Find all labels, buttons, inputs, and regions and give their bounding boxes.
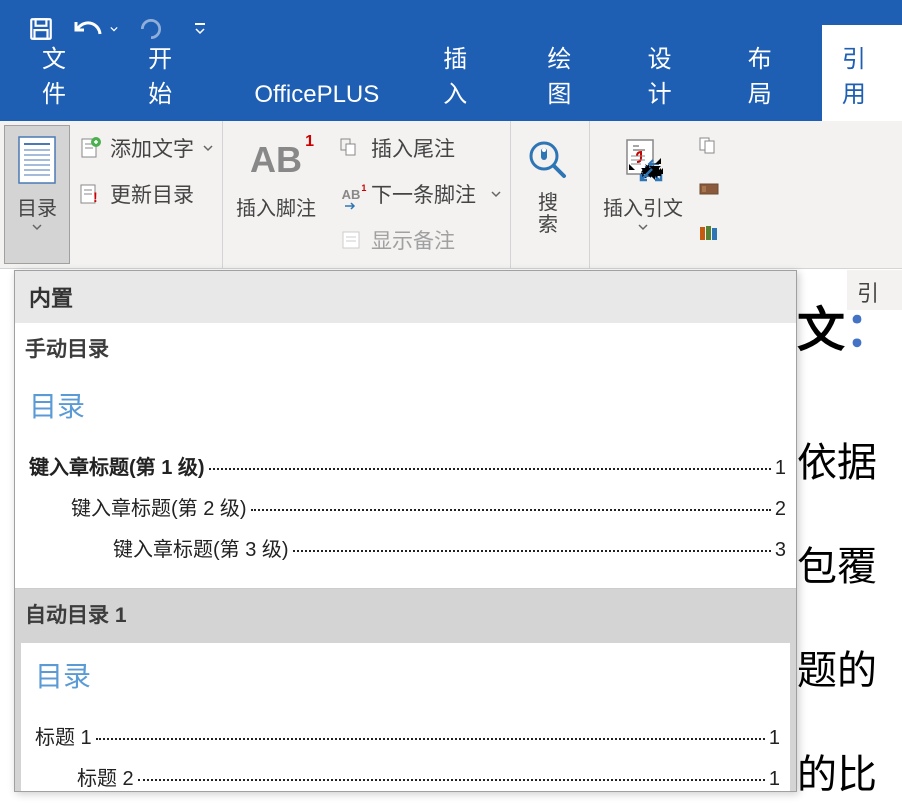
ribbon-group-toc: 目录 添加文字 ! 更新目录 xyxy=(0,121,223,268)
insert-citation-label: 插入引文 xyxy=(603,198,683,220)
search-icon xyxy=(524,132,572,188)
sources-icon[interactable] xyxy=(698,133,722,157)
ribbon-group-search: 搜索 xyxy=(511,121,590,268)
toc-line: 键入章标题(第 1 级) 1 xyxy=(25,451,786,480)
bibliography-icon[interactable] xyxy=(698,221,722,245)
auto-toc-1-label: 自动目录 1 xyxy=(15,589,796,639)
citation-group-label: 引 xyxy=(847,270,902,310)
tab-file[interactable]: 文件 xyxy=(22,25,102,121)
show-notes-label: 显示备注 xyxy=(371,225,455,255)
toc-dropdown-panel: 内置 手动目录 目录 键入章标题(第 1 级) 1 键入章标题(第 2 级) 2… xyxy=(14,270,797,792)
ribbon-tabs: 文件 开始 OfficePLUS 插入 绘图 设计 布局 引用 xyxy=(0,58,902,121)
show-notes-button: 显示备注 xyxy=(339,225,502,255)
update-toc-icon: ! xyxy=(78,182,102,206)
update-toc-button[interactable]: ! 更新目录 xyxy=(78,179,214,209)
toc-line: 键入章标题(第 2 级) 2 xyxy=(25,492,786,521)
toc-line: 标题 1 1 xyxy=(31,721,780,750)
toc-title: 目录 xyxy=(31,655,780,695)
svg-text:!: ! xyxy=(93,189,98,205)
auto-toc-1[interactable]: 自动目录 1 目录 标题 1 1 标题 2 1 xyxy=(15,588,796,791)
document-body[interactable]: 文： 依据 包覆 题的 的比 xyxy=(797,270,902,810)
toc-icon xyxy=(13,132,61,188)
tab-references[interactable]: 引用 xyxy=(822,25,902,121)
insert-footnote-label: 插入脚注 xyxy=(236,192,316,221)
manual-toc-label: 手动目录 xyxy=(15,323,796,373)
manual-toc-preview[interactable]: 目录 键入章标题(第 1 级) 1 键入章标题(第 2 级) 2 键入章标题(第… xyxy=(15,373,796,588)
show-notes-icon xyxy=(339,228,363,252)
tab-officeplus[interactable]: OfficePLUS xyxy=(234,67,399,121)
search-label: 搜索 xyxy=(538,192,558,236)
update-toc-label: 更新目录 xyxy=(110,179,194,209)
insert-endnote-label: 插入尾注 xyxy=(371,133,455,163)
ribbon-group-footnotes: AB1 插入脚注 插入尾注 AB1 下一条脚注 xyxy=(223,121,511,268)
toc-line: 标题 2 1 xyxy=(31,762,780,791)
toc-line: 键入章标题(第 3 级) 3 xyxy=(25,533,786,562)
add-text-label: 添加文字 xyxy=(110,133,194,163)
insert-footnote-button[interactable]: AB1 插入脚注 xyxy=(227,125,325,264)
style-icon[interactable] xyxy=(698,177,722,201)
tab-insert[interactable]: 插入 xyxy=(423,25,503,121)
toc-title: 目录 xyxy=(25,385,786,425)
add-text-icon xyxy=(78,136,102,160)
insert-endnote-button[interactable]: 插入尾注 xyxy=(339,133,502,163)
next-footnote-label: 下一条脚注 xyxy=(371,179,476,209)
add-text-button[interactable]: 添加文字 xyxy=(78,133,214,163)
insert-footnote-icon: AB1 xyxy=(252,132,300,188)
insert-citation-icon xyxy=(619,132,667,188)
next-footnote-button[interactable]: AB1 下一条脚注 xyxy=(339,179,502,209)
search-button[interactable]: 搜索 xyxy=(515,125,581,264)
ribbon-content: 目录 添加文字 ! 更新目录 xyxy=(0,121,902,269)
next-footnote-icon: AB1 xyxy=(339,182,363,206)
insert-endnote-icon xyxy=(339,136,363,160)
toc-button[interactable]: 目录 xyxy=(4,125,70,264)
toc-button-label: 目录 xyxy=(17,198,57,220)
ribbon-group-citations: 插入引文 xyxy=(590,121,730,268)
dropdown-header: 内置 xyxy=(15,271,796,323)
tab-layout[interactable]: 布局 xyxy=(728,25,808,121)
redo-button[interactable] xyxy=(138,16,164,42)
tab-draw[interactable]: 绘图 xyxy=(527,25,607,121)
insert-citation-button[interactable]: 插入引文 xyxy=(594,125,692,264)
tab-design[interactable]: 设计 xyxy=(628,25,708,121)
